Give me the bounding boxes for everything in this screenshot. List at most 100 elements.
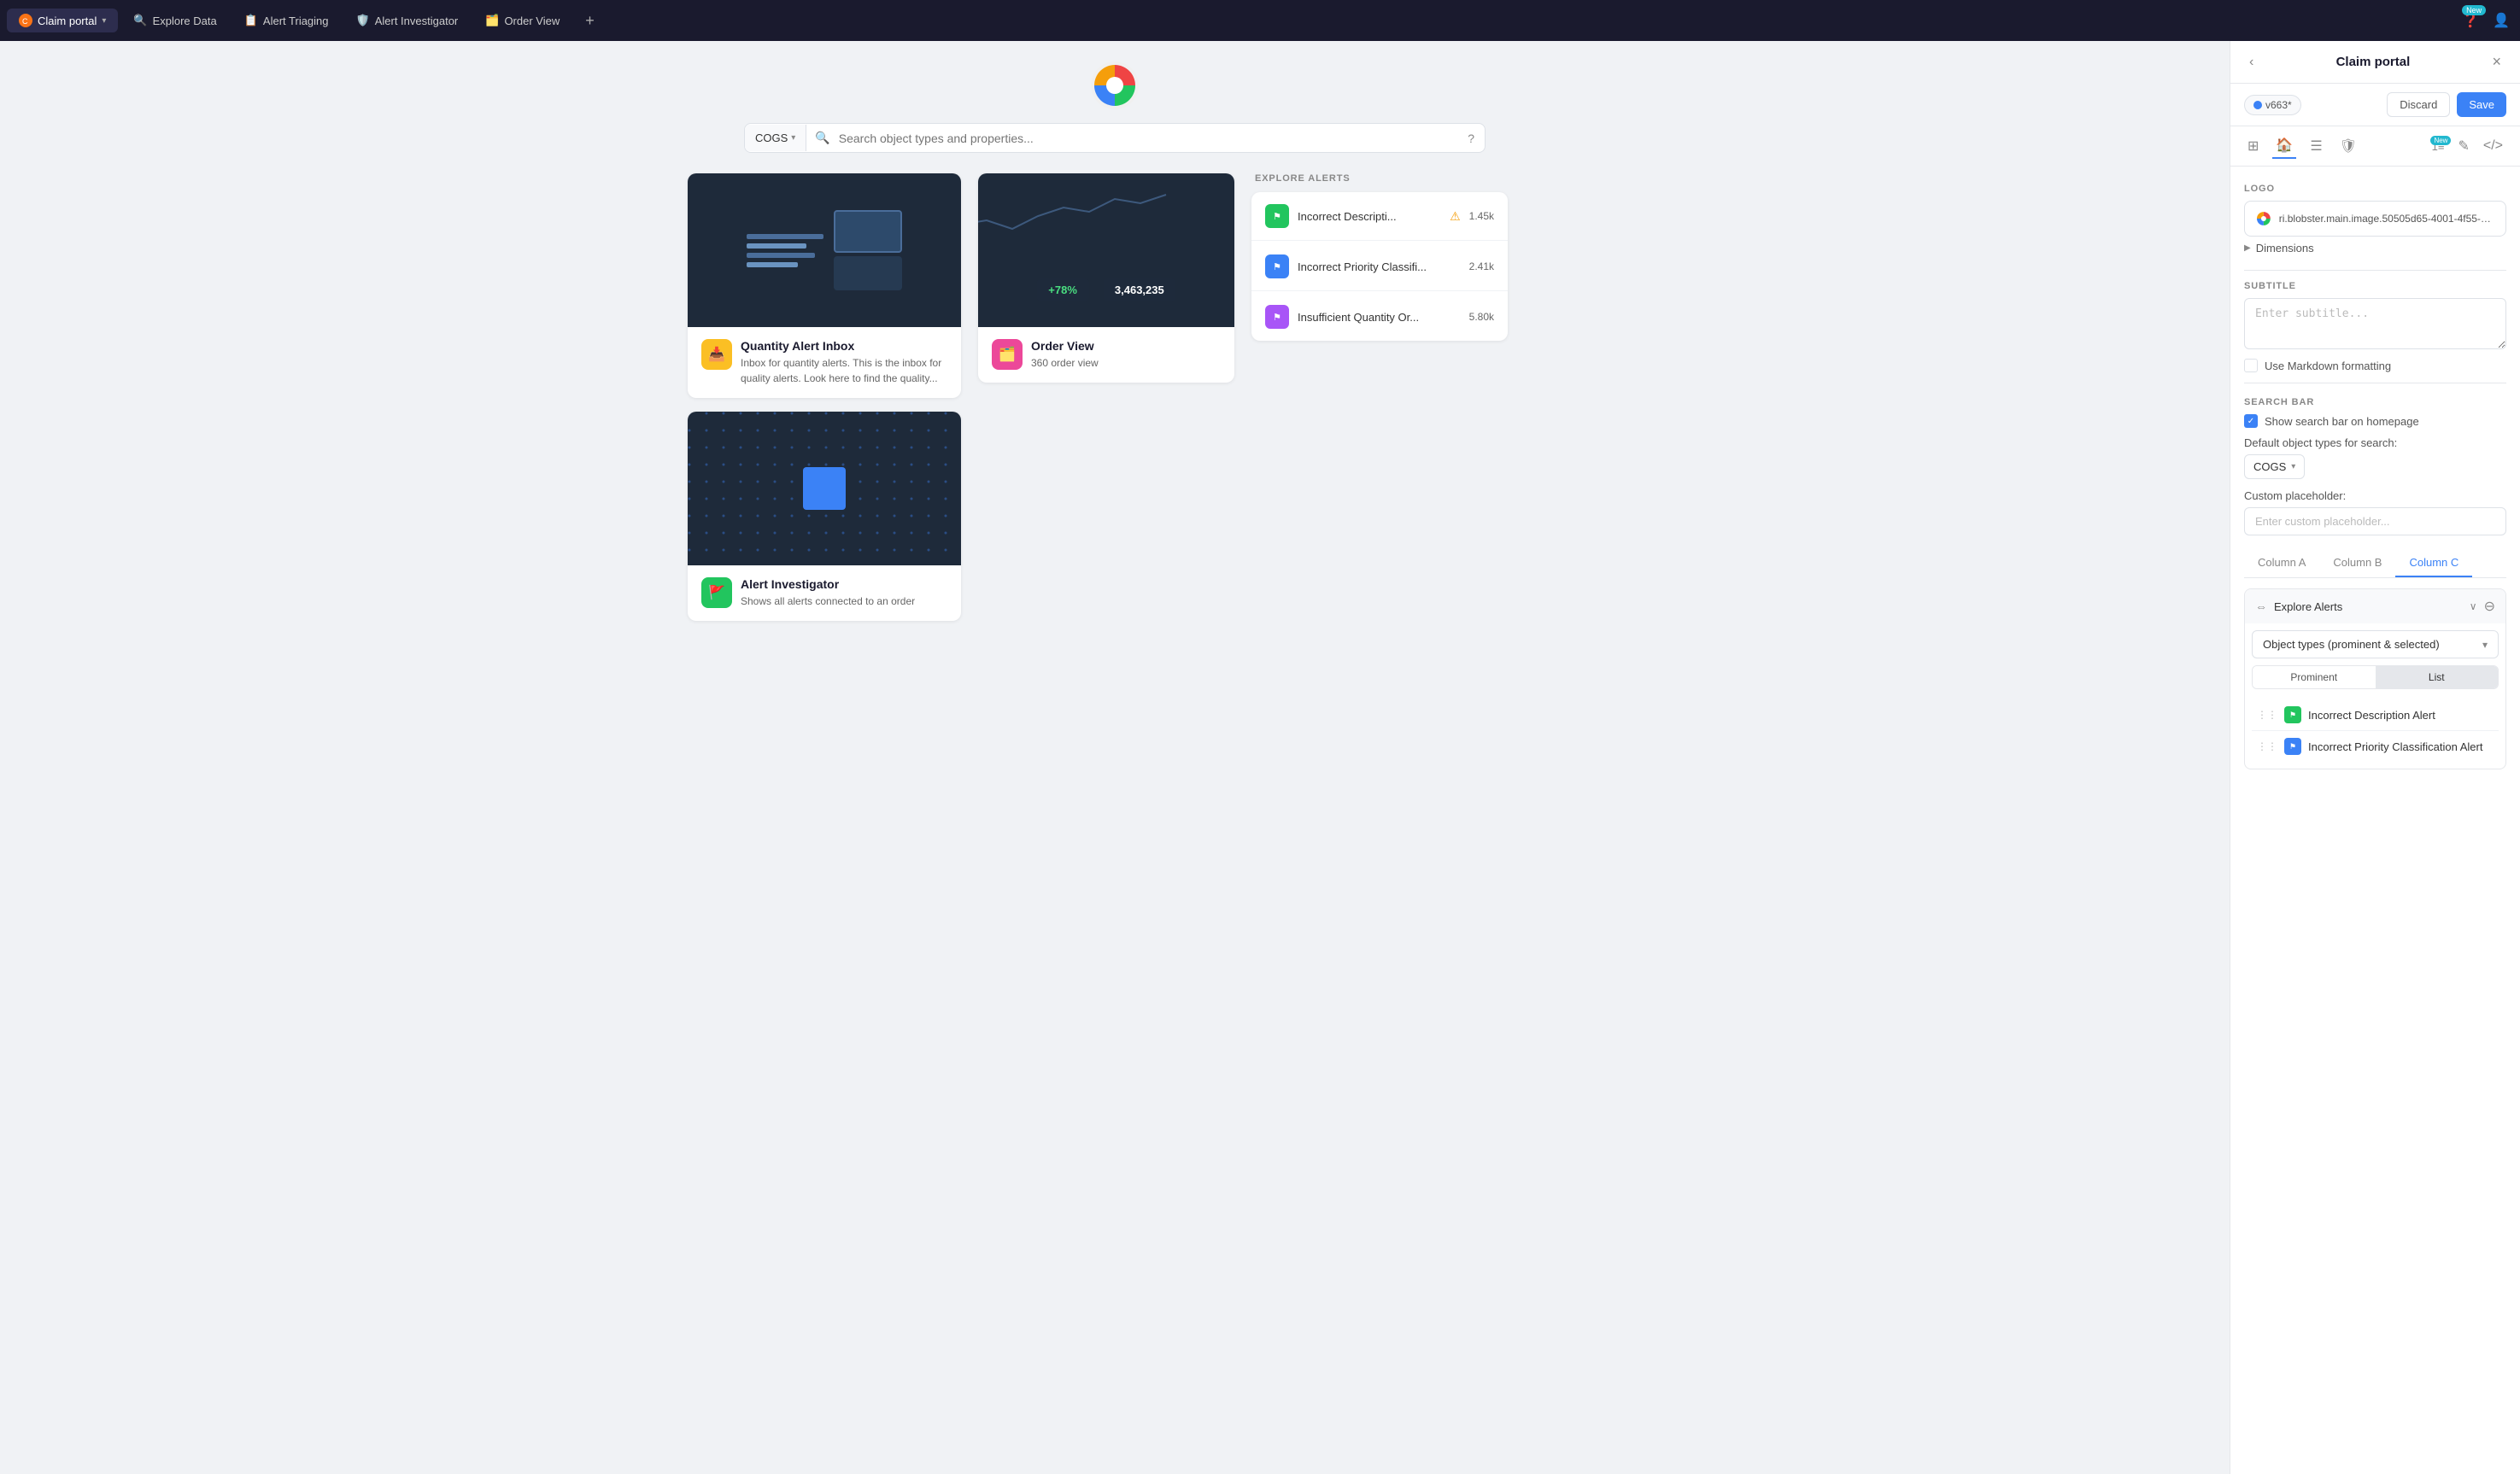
dropdown-icon: ▾ xyxy=(102,16,106,26)
dimensions-row[interactable]: ▶ Dimensions xyxy=(2244,237,2506,260)
list-tab[interactable]: List xyxy=(2376,666,2499,688)
markdown-checkbox[interactable] xyxy=(2244,359,2258,372)
logo-section-label: LOGO xyxy=(2244,184,2506,194)
code-icon[interactable]: </> xyxy=(2480,135,2506,157)
prominent-tab[interactable]: Prominent xyxy=(2253,666,2376,688)
nav-tab-explore-data[interactable]: 🔍 Explore Data xyxy=(121,9,228,32)
nav-tab-explore-data-label: Explore Data xyxy=(153,15,217,27)
alert-count-1: 2.41k xyxy=(1469,260,1494,272)
save-button[interactable]: Save xyxy=(2457,92,2506,117)
logo-bar xyxy=(0,41,2230,123)
search-cogs-label: COGS xyxy=(755,132,788,144)
discard-button[interactable]: Discard xyxy=(2387,92,2450,117)
alert-investigator-icon: 🚩 xyxy=(701,577,732,608)
obj-type-select-box[interactable]: Object types (prominent & selected) ▾ xyxy=(2252,630,2499,658)
nav-tab-alert-investigator-label: Alert Investigator xyxy=(375,15,459,27)
numbered-list-icon-wrap: 1≡ New xyxy=(2429,139,2448,153)
panel-icon-right: 1≡ New ✎ </> xyxy=(2429,134,2506,158)
home-icon[interactable]: 🏠 xyxy=(2272,133,2296,159)
alert-item-2[interactable]: ⚑ Insufficient Quantity Or... 5.80k xyxy=(1251,293,1508,341)
panel-toolbar: v663* Discard Save xyxy=(2230,84,2520,126)
explore-list-items: ⋮⋮ ⚑ Incorrect Description Alert ⋮⋮ ⚑ In… xyxy=(2245,696,2505,769)
drag-handle-0[interactable]: ⋮⋮ xyxy=(2257,709,2277,721)
alert-investigator-thumbnail xyxy=(688,412,961,565)
explore-alerts-header: EXPLORE ALERTS xyxy=(1251,173,1508,184)
new-badge: New xyxy=(2462,5,2486,15)
alert-warn-0: ⚠ xyxy=(1450,209,1461,224)
alert-triaging-icon: 📋 xyxy=(244,14,258,27)
order-view-card[interactable]: +78% 3,463,235 🗂️ Order View 360 order v… xyxy=(978,173,1234,383)
search-icon: 🔍 xyxy=(815,131,829,144)
nav-tab-alert-triaging-label: Alert Triaging xyxy=(263,15,329,27)
list-icon[interactable]: ☰ xyxy=(2306,134,2325,158)
panel-close-button[interactable]: × xyxy=(2487,51,2506,73)
nav-tab-alert-investigator[interactable]: 🛡️ Alert Investigator xyxy=(344,9,471,32)
search-cogs-dropdown[interactable]: COGS ▾ xyxy=(745,125,806,151)
cogs-dropdown-arrow: ▾ xyxy=(791,133,795,143)
alert-count-0: 1.45k xyxy=(1469,210,1494,222)
panel-header: ‹ Claim portal × xyxy=(2230,41,2520,84)
nav-tab-alert-triaging[interactable]: 📋 Alert Triaging xyxy=(232,9,341,32)
tab-column-c[interactable]: Column C xyxy=(2395,549,2472,577)
alert-investigator-info: 🚩 Alert Investigator Shows all alerts co… xyxy=(688,565,961,621)
explore-config-title: Explore Alerts xyxy=(2274,600,2463,613)
cogs-select[interactable]: COGS ▾ xyxy=(2244,454,2305,479)
explore-data-icon: 🔍 xyxy=(133,14,147,27)
nav-tab-order-view-label: Order View xyxy=(504,15,560,27)
explore-item-flag-0: ⚑ xyxy=(2284,706,2301,723)
explore-chevron-icon[interactable]: ∨ xyxy=(2470,600,2477,612)
cards-left-column: 📥 Quantity Alert Inbox Inbox for quantit… xyxy=(688,173,961,621)
logo-path-text: ri.blobster.main.image.50505d65-4001-4f5… xyxy=(2279,213,2495,225)
drag-handle-1[interactable]: ⋮⋮ xyxy=(2257,740,2277,752)
user-button[interactable]: 👤 xyxy=(2489,9,2513,32)
tab-column-a[interactable]: Column A xyxy=(2244,549,2319,577)
logo-preview[interactable]: ri.blobster.main.image.50505d65-4001-4f5… xyxy=(2244,201,2506,237)
nav-tab-order-view[interactable]: 🗂️ Order View xyxy=(473,9,571,32)
shield-icon[interactable]: 🛡 xyxy=(2336,134,2360,158)
explore-item-flag-1: ⚑ xyxy=(2284,738,2301,755)
dimensions-arrow: ▶ xyxy=(2244,243,2251,253)
search-bar-panel-label: SEARCH BAR xyxy=(2244,397,2506,407)
tab-column-b[interactable]: Column B xyxy=(2319,549,2395,577)
show-search-label: Show search bar on homepage xyxy=(2265,415,2419,428)
panel-back-button[interactable]: ‹ xyxy=(2244,53,2259,72)
explore-item-name-1: Incorrect Priority Classification Alert xyxy=(2308,740,2482,753)
main-search-bar: COGS ▾ 🔍 ? xyxy=(744,123,1486,153)
obj-types-label: Default object types for search: xyxy=(2244,436,2506,449)
explore-list-item-0[interactable]: ⋮⋮ ⚑ Incorrect Description Alert xyxy=(2252,699,2499,731)
alert-investigator-card[interactable]: 🚩 Alert Investigator Shows all alerts co… xyxy=(688,412,961,621)
quantity-alert-card[interactable]: 📥 Quantity Alert Inbox Inbox for quantit… xyxy=(688,173,961,398)
panel-actions: Discard Save xyxy=(2387,92,2506,117)
search-bar-panel-section: SEARCH BAR ✓ Show search bar on homepage… xyxy=(2244,397,2506,535)
edit-icon[interactable]: ✎ xyxy=(2454,134,2472,158)
alert-investigator-title: Alert Investigator xyxy=(741,577,915,591)
grid-icon[interactable]: ⊞ xyxy=(2244,134,2262,158)
help-button[interactable]: ❓ New xyxy=(2458,9,2482,32)
alert-investigator-icon: 🛡️ xyxy=(356,14,370,27)
obj-type-select-wrap: Object types (prominent & selected) ▾ xyxy=(2252,630,2499,658)
custom-placeholder-input[interactable] xyxy=(2244,507,2506,535)
alert-name-2: Insufficient Quantity Or... xyxy=(1298,311,1461,324)
explore-list-item-1[interactable]: ⋮⋮ ⚑ Incorrect Priority Classification A… xyxy=(2252,731,2499,762)
svg-text:C: C xyxy=(22,17,28,26)
quantity-alert-desc: Inbox for quantity alerts. This is the i… xyxy=(741,355,947,386)
subtitle-input[interactable] xyxy=(2244,298,2506,349)
alert-item-1[interactable]: ⚑ Incorrect Priority Classifi... 2.41k xyxy=(1251,243,1508,291)
flag-icon-2: ⚑ xyxy=(1273,312,1281,323)
add-tab-button[interactable]: + xyxy=(578,9,601,33)
quantity-alert-info: 📥 Quantity Alert Inbox Inbox for quantit… xyxy=(688,327,961,398)
alert-flag-2: ⚑ xyxy=(1265,305,1289,329)
alert-investigator-desc: Shows all alerts connected to an order xyxy=(741,594,915,609)
show-search-toggle[interactable]: ✓ xyxy=(2244,414,2258,428)
quantity-alert-thumbnail xyxy=(688,173,961,327)
explore-minus-button[interactable]: ⊖ xyxy=(2484,598,2495,615)
alert-item-0[interactable]: ⚑ Incorrect Descripti... ⚠ 1.45k xyxy=(1251,192,1508,241)
order-view-title: Order View xyxy=(1031,339,1099,353)
claim-portal-icon: C xyxy=(19,14,32,27)
search-input[interactable] xyxy=(839,132,1457,145)
version-badge[interactable]: v663* xyxy=(2244,95,2301,115)
nav-tab-claim-portal[interactable]: C Claim portal ▾ xyxy=(7,9,118,32)
flag-icon-1: ⚑ xyxy=(1273,261,1281,272)
search-help-button[interactable]: ? xyxy=(1457,125,1485,152)
explore-item-name-0: Incorrect Description Alert xyxy=(2308,709,2435,722)
